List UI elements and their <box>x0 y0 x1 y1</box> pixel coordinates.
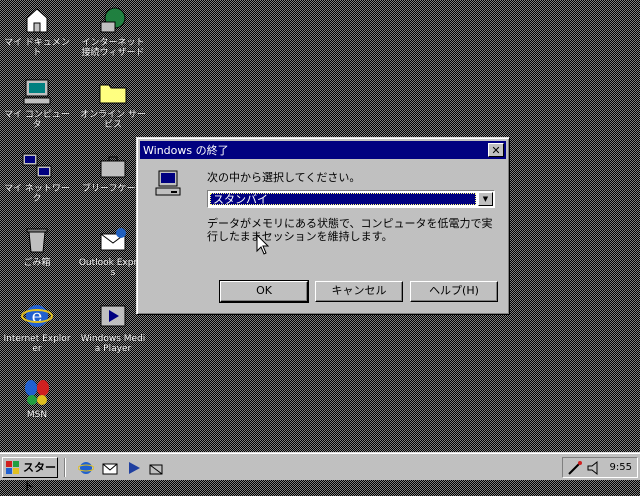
desktop-icon-label: マイ コンピュータ <box>4 110 70 130</box>
close-button[interactable]: ✕ <box>488 143 504 157</box>
desktop-icon-label: Windows Media Player <box>80 334 146 354</box>
network-icon <box>21 150 53 182</box>
quicklaunch-channels-icon[interactable] <box>126 460 142 476</box>
desktop-icon-my-documents[interactable]: マイ ドキュメント <box>2 4 72 58</box>
dropdown-button[interactable]: ▼ <box>478 192 493 206</box>
dialog-titlebar[interactable]: Windows の終了 ✕ <box>140 141 506 159</box>
mouse-cursor-icon <box>256 233 270 256</box>
desktop-icon-label: インターネット接続ウィザード <box>81 38 145 58</box>
briefcase-icon <box>97 150 129 182</box>
option-description: データがメモリにある状態で、コンピュータを低電力で実行したままセッションを維持し… <box>207 217 493 243</box>
help-button[interactable]: ヘルプ(H) <box>410 281 498 302</box>
folder-house-icon <box>21 4 53 36</box>
desktop-icon-label: MSN <box>26 410 48 420</box>
close-icon: ✕ <box>491 144 501 157</box>
shutdown-option-select[interactable]: スタンバイ ▼ <box>207 190 495 208</box>
quicklaunch-ie-icon[interactable] <box>77 460 95 476</box>
windows-logo-icon <box>6 461 20 474</box>
start-label: スタート <box>23 461 56 493</box>
chevron-down-icon: ▼ <box>482 195 489 203</box>
media-player-icon <box>97 300 129 332</box>
desktop-icon-internet-explorer[interactable]: e Internet Explorer <box>2 300 72 354</box>
quicklaunch-show-desktop-icon[interactable] <box>148 460 164 476</box>
desktop-icon-internet-connection[interactable]: インターネット接続ウィザード <box>78 4 148 58</box>
globe-icon <box>97 4 129 36</box>
dialog-title: Windows の終了 <box>143 144 229 157</box>
folder-icon <box>97 76 129 108</box>
desktop-icon-label: Internet Explorer <box>3 334 71 354</box>
tray-volume-icon[interactable] <box>587 460 601 479</box>
taskbar-separator <box>64 458 66 477</box>
system-tray: 9:55 <box>562 457 638 478</box>
desktop-icon-online-services[interactable]: オンライン サービス <box>78 76 148 130</box>
desktop-icon-recycle-bin[interactable]: ごみ箱 <box>2 224 72 268</box>
cancel-button[interactable]: キャンセル <box>315 281 403 302</box>
ie-icon: e <box>21 300 53 332</box>
desktop-icon-my-computer[interactable]: マイ コンピュータ <box>2 76 72 130</box>
desktop-icon-my-network[interactable]: マイ ネットワーク <box>2 150 72 204</box>
desktop-icon-label: マイ ネットワーク <box>4 184 70 204</box>
start-button[interactable]: スタート <box>2 457 58 493</box>
computer-icon <box>153 168 183 198</box>
desktop-icon-label: マイ ドキュメント <box>4 38 70 58</box>
selected-option: スタンバイ <box>210 193 476 206</box>
quicklaunch-outlook-icon[interactable] <box>102 460 118 476</box>
desktop-icon-label: オンライン サービス <box>80 110 146 130</box>
computer-icon <box>21 76 53 108</box>
msn-butterfly-icon <box>21 376 53 408</box>
desktop-icon-msn[interactable]: MSN <box>2 376 72 420</box>
ok-button[interactable]: OK <box>219 280 309 303</box>
recycle-bin-icon <box>21 224 53 256</box>
desktop-icon-label: ごみ箱 <box>23 258 51 268</box>
outlook-icon <box>97 224 129 256</box>
tray-pen-icon[interactable] <box>567 460 583 479</box>
taskbar: スタート 9:55 <box>0 452 640 493</box>
shutdown-dialog: Windows の終了 ✕ 次の中から選択してください。 スタンバイ ▼ データ… <box>136 137 510 315</box>
dialog-prompt: 次の中から選択してください。 <box>207 171 361 184</box>
clock[interactable]: 9:55 <box>610 462 632 473</box>
